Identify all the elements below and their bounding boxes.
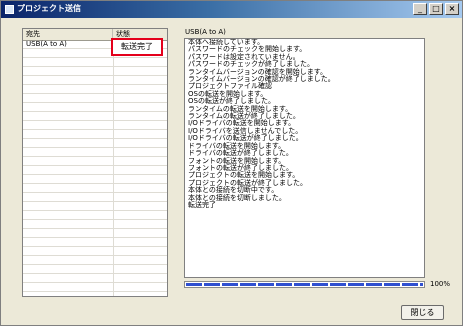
table-row-empty (23, 121, 167, 130)
destination-list[interactable]: 宛先 状態 USB(A to A) 転送完了 (22, 28, 168, 297)
table-row-empty (23, 193, 167, 202)
table-row-empty (23, 247, 167, 256)
table-row-empty (23, 211, 167, 220)
log-lines: 本体へ接続しています。 パスワードのチェックを開始します。 パスワードは設定されてい… (185, 39, 424, 209)
progress-percent: 100% (430, 280, 451, 288)
table-row-empty (23, 103, 167, 112)
table-row-empty (23, 76, 167, 85)
progress-fill (186, 283, 423, 286)
close-button[interactable]: 閉じる (401, 305, 444, 320)
window-title: プロジェクト送信 (17, 4, 81, 13)
log-target-label: USB(A to A) (185, 28, 226, 36)
table-row-empty (23, 112, 167, 121)
table-row-empty (23, 256, 167, 265)
table-row-empty (23, 157, 167, 166)
table-row-empty (23, 85, 167, 94)
column-header-destination[interactable]: 宛先 (23, 29, 113, 40)
table-row-empty (23, 220, 167, 229)
log-line: 本体との接続を切断しました。 (188, 193, 286, 202)
table-row-empty (23, 229, 167, 238)
maximize-button[interactable]: □ (429, 3, 443, 15)
log-textbox[interactable]: 本体へ接続しています。 パスワードのチェックを開始します。 パスワードは設定されてい… (184, 38, 425, 278)
table-row-empty (23, 130, 167, 139)
row-destination: USB(A to A) (26, 40, 67, 48)
table-row-empty (23, 148, 167, 157)
app-icon (5, 5, 14, 14)
table-row-empty (23, 202, 167, 211)
table-row-empty (23, 265, 167, 274)
progress-bar (184, 281, 425, 288)
table-row-empty (23, 166, 167, 175)
row-status: 転送完了 (111, 38, 163, 56)
table-row-empty (23, 58, 167, 67)
transfer-window: プロジェクト送信 _ □ × 宛先 状態 USB(A to A) 転送完了 US… (0, 0, 463, 326)
table-row-empty (23, 184, 167, 193)
title-bar[interactable]: プロジェクト送信 _ □ × (1, 1, 462, 18)
table-row-empty (23, 238, 167, 247)
table-row-empty (23, 274, 167, 283)
minimize-button[interactable]: _ (413, 3, 427, 15)
table-row-empty (23, 283, 167, 292)
table-row-empty (23, 94, 167, 103)
table-row-empty (23, 67, 167, 76)
table-row-empty (23, 175, 167, 184)
column-divider (113, 40, 114, 296)
close-window-button[interactable]: × (445, 3, 459, 15)
table-row-empty (23, 139, 167, 148)
log-line: 転送完了 (188, 200, 216, 209)
